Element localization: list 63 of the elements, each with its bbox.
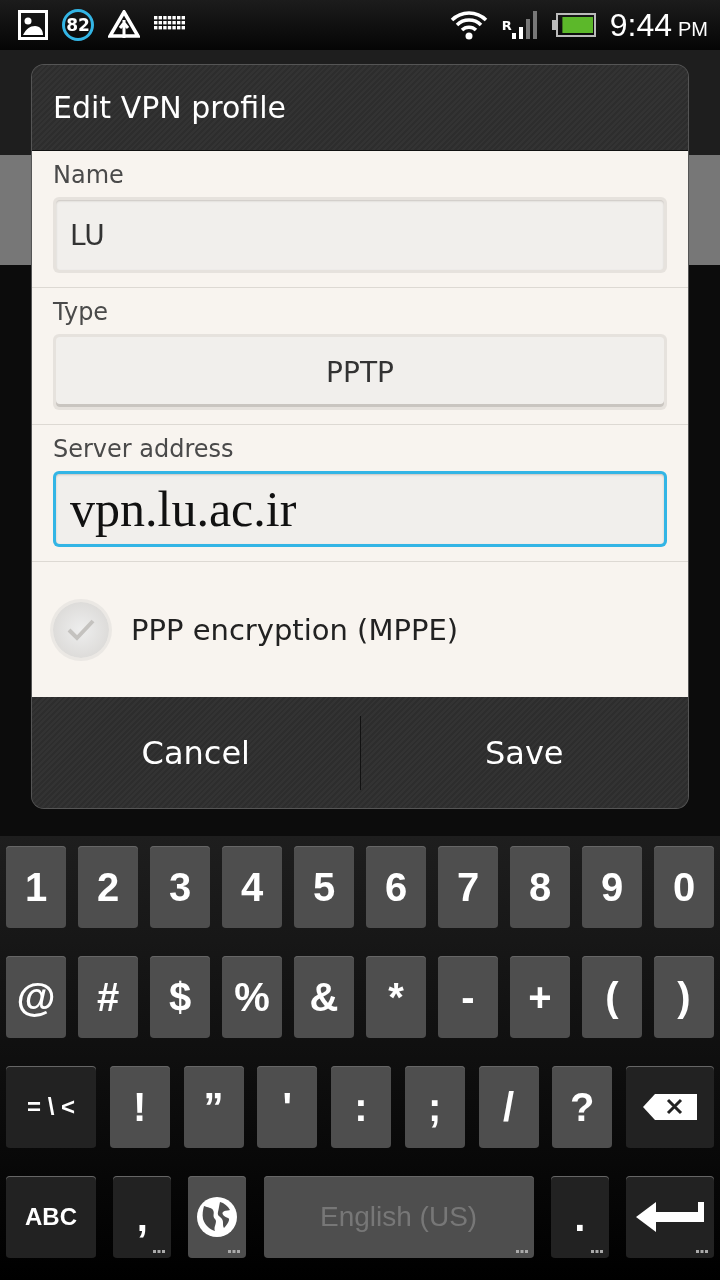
- more-dots-icon: [228, 1250, 241, 1253]
- mode-key[interactable]: = \ <: [6, 1066, 96, 1148]
- key[interactable]: (: [582, 956, 642, 1038]
- dialog-title: Edit VPN profile: [32, 65, 688, 151]
- key[interactable]: #: [78, 956, 138, 1038]
- key[interactable]: :: [331, 1066, 391, 1148]
- key[interactable]: +: [510, 956, 570, 1038]
- enter-key[interactable]: [625, 1176, 714, 1258]
- dialog-button[interactable]: Save: [360, 697, 688, 808]
- input-field[interactable]: vpn.lu.ac.ir: [53, 471, 667, 547]
- checkbox-label: PPP encryption (MPPE): [131, 612, 459, 647]
- checkbox[interactable]: [53, 601, 109, 658]
- field-label: Type: [53, 298, 110, 326]
- key[interactable]: 1: [6, 846, 66, 928]
- key[interactable]: 9: [582, 846, 642, 928]
- picture-icon: [18, 10, 48, 40]
- key[interactable]: 7: [438, 846, 498, 928]
- key[interactable]: /: [478, 1066, 539, 1148]
- clock-meridiem: PM: [678, 17, 708, 41]
- key[interactable]: ?: [552, 1066, 613, 1148]
- notification-badge: 82: [62, 9, 94, 41]
- key[interactable]: 6: [366, 846, 426, 928]
- dialog-button[interactable]: Cancel: [32, 697, 360, 808]
- signal-icon: [511, 11, 538, 39]
- key[interactable]: 3: [150, 846, 210, 928]
- backspace-key[interactable]: [626, 1066, 714, 1148]
- more-dots-icon: [153, 1250, 166, 1253]
- key[interactable]: ,: [113, 1176, 172, 1258]
- backspace-icon: [643, 1094, 697, 1120]
- key[interactable]: *: [366, 956, 426, 1038]
- globe-icon: [196, 1196, 239, 1238]
- key[interactable]: 8: [510, 846, 570, 928]
- language-key[interactable]: [188, 1176, 247, 1258]
- input-field[interactable]: LU: [53, 197, 667, 273]
- key[interactable]: ): [654, 956, 714, 1038]
- type-dropdown[interactable]: PPTP: [53, 334, 667, 410]
- more-dots-icon: [590, 1250, 603, 1253]
- more-dots-icon: [515, 1250, 528, 1253]
- key[interactable]: .: [550, 1176, 609, 1258]
- key[interactable]: 5: [294, 846, 354, 928]
- key[interactable]: %: [222, 956, 282, 1038]
- warning-triangle-icon: [108, 10, 140, 40]
- key[interactable]: !: [109, 1066, 170, 1148]
- enter-icon: [635, 1202, 704, 1232]
- key[interactable]: ': [257, 1066, 318, 1148]
- mode-key[interactable]: ABC: [6, 1176, 96, 1258]
- battery-icon: [551, 13, 596, 37]
- key[interactable]: 0: [654, 846, 714, 928]
- clock-time: 9:44: [609, 6, 672, 44]
- roaming-indicator: R: [501, 17, 512, 33]
- key[interactable]: 2: [78, 846, 138, 928]
- field-label: Name: [53, 161, 125, 189]
- key[interactable]: ”: [183, 1066, 244, 1148]
- wifi-icon: [449, 10, 488, 40]
- key[interactable]: &: [294, 956, 354, 1038]
- field-label: Server address: [53, 435, 235, 463]
- more-dots-icon: [695, 1250, 708, 1253]
- key[interactable]: 4: [222, 846, 282, 928]
- key[interactable]: ;: [404, 1066, 465, 1148]
- check-icon: [66, 617, 96, 642]
- key[interactable]: -: [438, 956, 498, 1038]
- key[interactable]: @: [6, 956, 66, 1038]
- key[interactable]: $: [150, 956, 210, 1038]
